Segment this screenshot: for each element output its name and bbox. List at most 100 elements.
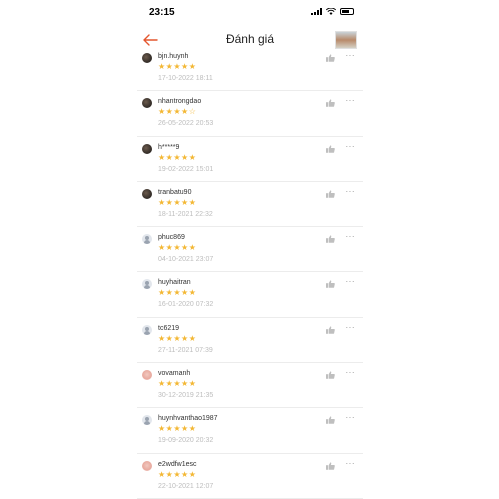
star-filled-icon: ★ (165, 469, 173, 479)
star-rating: ★ ★ ★ ★ ☆ (158, 108, 196, 116)
review-item: nhantrongdao ★ ★ ★ ★ ☆ 26-05-2022 20:53 ··· (137, 91, 363, 137)
user-avatar[interactable] (142, 98, 152, 109)
star-filled-icon: ★ (181, 333, 189, 343)
star-filled-icon: ★ (188, 288, 196, 298)
star-filled-icon: ★ (181, 197, 189, 207)
review-date: 26-05-2022 20:53 (158, 120, 214, 128)
more-options-icon[interactable]: ··· (346, 142, 356, 150)
thumbs-up-icon[interactable] (326, 280, 335, 289)
more-options-icon[interactable]: ··· (346, 369, 356, 377)
star-filled-icon: ★ (188, 152, 196, 162)
wifi-icon (326, 8, 336, 15)
review-item: bjn.huynh ★ ★ ★ ★ ★ 17-10-2022 18:11 ··· (137, 46, 363, 92)
thumbs-up-icon[interactable] (326, 235, 335, 243)
star-filled-icon: ★ (188, 424, 196, 434)
more-options-icon[interactable]: ··· (346, 52, 356, 60)
star-filled-icon: ★ (181, 379, 189, 389)
star-filled-icon: ★ (158, 469, 166, 479)
star-filled-icon: ★ (173, 243, 181, 253)
star-filled-icon: ★ (165, 197, 173, 207)
status-time: 23:15 (149, 7, 175, 18)
star-filled-icon: ★ (188, 243, 196, 253)
star-rating: ★ ★ ★ ★ ★ (158, 289, 196, 297)
review-item: huyhaitran ★ ★ ★ ★ ★ 16-01-2020 07:32 ··· (137, 272, 363, 318)
battery-icon (340, 8, 354, 15)
thumbs-up-icon[interactable] (326, 462, 335, 470)
star-filled-icon: ★ (158, 379, 166, 389)
more-options-icon[interactable]: ··· (346, 323, 356, 331)
star-filled-icon: ★ (165, 333, 173, 343)
review-date: 30-12-2019 21:35 (158, 392, 214, 400)
star-filled-icon: ★ (173, 197, 181, 207)
review-username: h*****9 (158, 143, 180, 151)
star-rating: ★ ★ ★ ★ ★ (158, 197, 196, 207)
review-date: 22-10-2021 12:07 (158, 482, 214, 490)
star-filled-icon: ★ (173, 469, 181, 479)
review-item: h*****9 ★ ★ ★ ★ ★ 19-02-2022 15:01 ··· (137, 137, 363, 182)
user-avatar[interactable] (142, 53, 152, 63)
star-filled-icon: ★ (173, 424, 181, 434)
thumbs-up-icon[interactable] (326, 190, 335, 198)
more-options-icon[interactable]: ··· (346, 187, 356, 195)
star-filled-icon: ★ (173, 333, 181, 343)
star-filled-icon: ★ (158, 62, 166, 71)
star-filled-icon: ★ (158, 288, 166, 298)
user-avatar[interactable] (142, 234, 152, 245)
star-filled-icon: ★ (165, 107, 173, 117)
thumbs-up-icon[interactable] (326, 54, 335, 62)
more-options-icon[interactable]: ··· (346, 233, 356, 241)
review-date: 04-10-2021 23:07 (158, 256, 214, 264)
status-icons (311, 8, 354, 15)
more-options-icon[interactable]: ··· (346, 459, 356, 467)
star-empty-icon: ☆ (188, 107, 196, 117)
thumbs-up-icon[interactable] (326, 144, 335, 153)
status-bar: 23:15 (137, 0, 363, 26)
star-filled-icon: ★ (158, 243, 166, 253)
star-filled-icon: ★ (173, 107, 181, 117)
review-username: e2wdfw1esc (158, 460, 197, 468)
signal-icon (311, 8, 322, 15)
more-options-icon[interactable]: ··· (346, 278, 356, 286)
user-avatar[interactable] (142, 279, 152, 290)
user-avatar[interactable] (142, 188, 152, 199)
star-filled-icon: ★ (188, 197, 196, 207)
star-filled-icon: ★ (158, 333, 166, 343)
user-avatar[interactable] (142, 143, 152, 154)
more-options-icon[interactable]: ··· (346, 414, 356, 422)
user-avatar[interactable] (142, 460, 152, 471)
star-rating: ★ ★ ★ ★ ★ (158, 425, 196, 433)
star-filled-icon: ★ (188, 469, 196, 479)
thumbs-up-icon[interactable] (326, 416, 335, 425)
review-date: 27-11-2021 07:39 (158, 346, 213, 354)
star-filled-icon: ★ (158, 152, 166, 162)
more-options-icon[interactable]: ··· (346, 97, 356, 105)
review-item: e2wdfw1esc ★ ★ ★ ★ ★ 22-10-2021 12:07 ··· (137, 454, 363, 499)
user-avatar[interactable] (142, 370, 152, 381)
star-filled-icon: ★ (181, 288, 189, 298)
app-screen: 23:15 Đánh giá bjn.huynh ★ ★ ★ ★ ★ 17-10-2022 … (137, 0, 363, 499)
star-filled-icon: ★ (181, 243, 189, 253)
star-filled-icon: ★ (165, 379, 173, 389)
star-filled-icon: ★ (158, 424, 166, 434)
star-rating: ★ ★ ★ ★ ★ (158, 152, 196, 162)
star-filled-icon: ★ (165, 62, 173, 71)
star-rating: ★ ★ ★ ★ ★ (158, 333, 196, 343)
star-filled-icon: ★ (181, 424, 189, 434)
star-rating: ★ ★ ★ ★ ★ (158, 244, 196, 252)
review-item: vovamanh ★ ★ ★ ★ ★ 30-12-2019 21:35 ··· (137, 363, 363, 409)
review-username: huyhaitran (158, 279, 191, 287)
star-filled-icon: ★ (173, 152, 181, 162)
star-filled-icon: ★ (173, 62, 181, 71)
review-username: huynhvanthao1987 (158, 415, 218, 423)
star-rating: ★ ★ ★ ★ ★ (158, 469, 196, 479)
star-filled-icon: ★ (181, 62, 189, 71)
thumbs-up-icon[interactable] (326, 99, 335, 108)
review-date: 19-09-2020 20:32 (158, 437, 214, 445)
star-filled-icon: ★ (173, 379, 181, 389)
review-username: nhantrongdao (158, 98, 202, 106)
user-avatar[interactable] (142, 324, 152, 335)
thumbs-up-icon[interactable] (326, 371, 335, 379)
user-avatar[interactable] (142, 415, 152, 426)
thumbs-up-icon[interactable] (326, 326, 335, 334)
review-username: bjn.huynh (158, 53, 189, 60)
